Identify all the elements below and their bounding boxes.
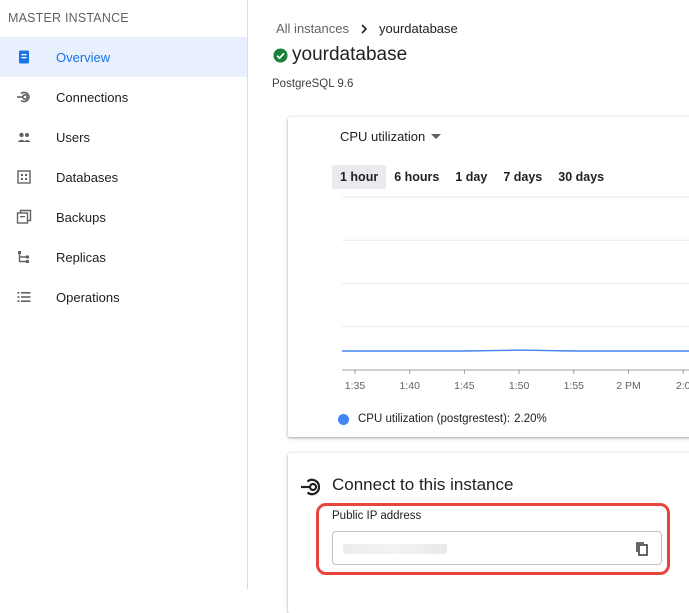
legend-label: CPU utilization (postgrestest): [358, 413, 511, 425]
users-icon [17, 132, 31, 142]
range-30-days[interactable]: 30 days [550, 165, 612, 189]
sidebar-item-connections[interactable]: Connections [0, 77, 247, 117]
sidebar-item-operations[interactable]: Operations [0, 277, 247, 317]
series-line-cpu [342, 349, 689, 352]
range-6-hours[interactable]: 6 hours [386, 165, 447, 189]
legend-value: 2.20% [514, 413, 547, 425]
sidebar-item-label: Connections [56, 89, 129, 105]
backup-icon [16, 209, 32, 224]
db-version: PostgreSQL 9.6 [272, 78, 354, 90]
sidebar-nav: Overview Connections Users Databases Bac… [0, 37, 247, 317]
database-grid-icon [17, 170, 31, 184]
ip-value-redacted [343, 544, 447, 554]
range-1-hour[interactable]: 1 hour [332, 165, 387, 189]
x-tick-label: 2:0 [676, 380, 689, 392]
check-circle-icon [273, 47, 288, 63]
sidebar-item-label: Replicas [56, 249, 106, 265]
cpu-line-chart: 1:35 1:40 1:45 1:50 1:55 2 PM 2:0 [342, 196, 689, 392]
sidebar-header: MASTER INSTANCE [8, 11, 129, 25]
breadcrumb: All instances yourdatabase [276, 21, 458, 36]
cpu-chart-card: CPU utilization 1 hour 6 hours 1 day 7 d… [288, 117, 689, 437]
sidebar-item-label: Backups [56, 209, 106, 225]
x-tick-label: 1:40 [399, 380, 420, 392]
x-tick-label: 1:55 [564, 380, 585, 392]
range-1-day[interactable]: 1 day [447, 165, 495, 189]
sidebar: MASTER INSTANCE Overview Connections Use… [0, 0, 248, 589]
x-tick-label: 1:45 [454, 380, 475, 392]
chevron-right-icon [361, 23, 368, 34]
x-tick-label: 2 PM [616, 380, 641, 392]
sidebar-item-backups[interactable]: Backups [0, 197, 247, 237]
range-7-days[interactable]: 7 days [495, 165, 550, 189]
page-title: yourdatabase [292, 44, 408, 65]
replica-icon [18, 251, 29, 263]
x-tick-label: 1:35 [345, 380, 366, 392]
ip-label: Public IP address [332, 510, 422, 522]
caret-down-icon [431, 134, 442, 139]
sidebar-item-overview[interactable]: Overview [0, 37, 247, 77]
list-icon [17, 292, 31, 302]
sidebar-item-users[interactable]: Users [0, 117, 247, 157]
connect-card: Connect to this instance Public IP addre… [288, 453, 689, 613]
main-content: All instances yourdatabase yourdatabase … [248, 0, 689, 613]
sidebar-item-replicas[interactable]: Replicas [0, 237, 247, 277]
connect-title: Connect to this instance [332, 475, 514, 494]
sidebar-item-label: Databases [56, 169, 119, 185]
metric-dropdown[interactable]: CPU utilization [340, 129, 442, 144]
metric-dropdown-label: CPU utilization [340, 129, 426, 144]
breadcrumb-current: yourdatabase [378, 21, 458, 36]
sidebar-item-databases[interactable]: Databases [0, 157, 247, 197]
time-range-selector: 1 hour 6 hours 1 day 7 days 30 days [332, 165, 612, 189]
sidebar-item-label: Overview [56, 49, 111, 65]
x-tick-label: 1:50 [509, 380, 530, 392]
connection-icon [301, 478, 321, 496]
sidebar-item-label: Users [56, 129, 90, 145]
breadcrumb-all-instances-link[interactable]: All instances [276, 21, 349, 36]
connection-icon [17, 91, 30, 103]
copy-icon[interactable] [633, 540, 651, 558]
public-ip-field[interactable] [332, 531, 662, 565]
title-row: yourdatabase [273, 44, 407, 66]
overview-doc-icon [19, 50, 29, 64]
chart-legend: CPU utilization (postgrestest): 2.20% [338, 413, 547, 425]
legend-dot [338, 413, 349, 425]
sidebar-item-label: Operations [56, 289, 120, 305]
